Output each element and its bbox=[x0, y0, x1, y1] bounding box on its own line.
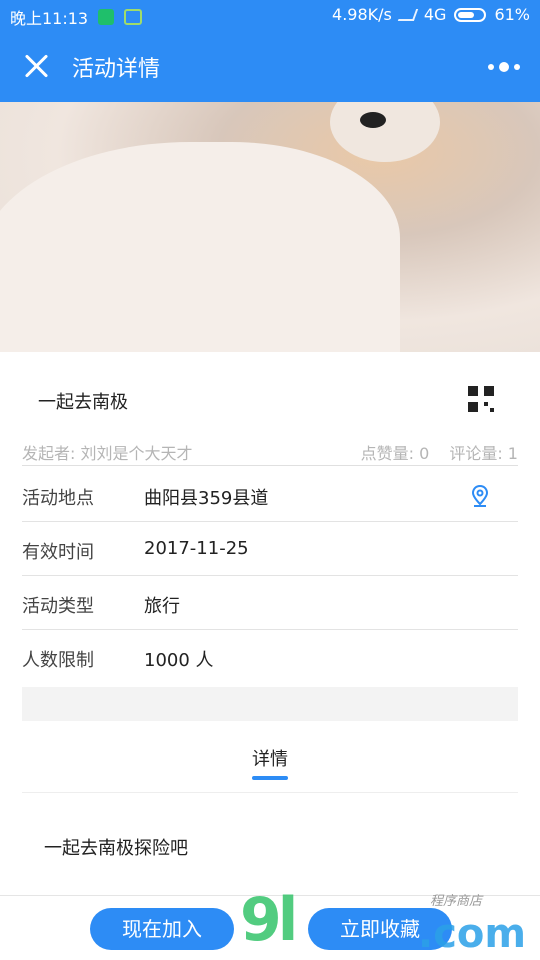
activity-cover-image bbox=[0, 102, 540, 352]
dog-face bbox=[330, 102, 440, 162]
dot bbox=[488, 64, 494, 70]
activity-meta: 发起者: 刘刘是个大天才 点赞量: 0 评论量: 1 bbox=[22, 440, 518, 466]
comments-count: 评论量: 1 bbox=[449, 444, 518, 463]
limit-value: 1000 人 bbox=[144, 650, 214, 671]
activity-title: 一起去南极 bbox=[38, 392, 128, 413]
type-value: 旅行 bbox=[144, 596, 180, 617]
dog-nose bbox=[360, 112, 386, 128]
counts: 点赞量: 0 评论量: 1 bbox=[361, 440, 518, 464]
close-icon[interactable] bbox=[22, 52, 50, 80]
favorite-button[interactable]: 立即收藏 bbox=[308, 908, 452, 950]
shield-icon bbox=[98, 9, 115, 25]
battery-percent: 61% bbox=[494, 5, 530, 24]
bottom-action-bar: 现在加入 立即收藏 bbox=[0, 895, 540, 960]
tab-divider bbox=[22, 792, 518, 793]
info-row-time: 有效时间 2017-11-25 bbox=[22, 522, 518, 576]
tab-underline bbox=[252, 776, 288, 780]
location-label: 活动地点 bbox=[22, 488, 94, 509]
tab-detail[interactable]: 详情 bbox=[252, 745, 288, 771]
info-row-type: 活动类型 旅行 bbox=[22, 576, 518, 630]
dot bbox=[514, 64, 520, 70]
title-row: 一起去南极 bbox=[0, 352, 540, 432]
more-dots-icon[interactable] bbox=[488, 62, 520, 72]
join-now-button[interactable]: 现在加入 bbox=[90, 908, 234, 950]
likes-count: 点赞量: 0 bbox=[360, 444, 430, 463]
location-value: 曲阳县359县道 bbox=[144, 488, 269, 509]
section-divider bbox=[22, 687, 518, 721]
qr-code-icon[interactable] bbox=[468, 386, 494, 412]
nav-bar: 活动详情 bbox=[0, 30, 540, 102]
type-label: 活动类型 bbox=[22, 596, 94, 617]
limit-label: 人数限制 bbox=[22, 650, 94, 671]
clock: 晚上11:13 bbox=[10, 9, 89, 28]
location-pin-icon[interactable] bbox=[472, 485, 488, 507]
network-type: 4G bbox=[423, 5, 447, 24]
activity-description: 一起去南极探险吧 bbox=[44, 838, 188, 859]
top-bar: 晚上11:13 4.98K/s 4G 61% 活动详情 bbox=[0, 0, 540, 102]
time-value: 2017-11-25 bbox=[144, 538, 249, 559]
dot bbox=[499, 62, 509, 72]
info-row-limit: 人数限制 1000 人 bbox=[22, 630, 518, 684]
time-label: 有效时间 bbox=[22, 542, 94, 563]
page-title: 活动详情 bbox=[72, 57, 161, 82]
battery-icon bbox=[454, 7, 487, 22]
sponsor-text: 发起者: 刘刘是个大天才 bbox=[22, 444, 193, 463]
app-icon bbox=[124, 9, 143, 25]
info-row-location: 活动地点 曲阳县359县道 bbox=[22, 468, 518, 522]
blanket-shape bbox=[0, 142, 400, 352]
status-bar: 晚上11:13 4.98K/s 4G 61% bbox=[0, 0, 540, 30]
network-speed: 4.98K/s bbox=[332, 5, 392, 24]
signal-icon bbox=[397, 8, 419, 21]
